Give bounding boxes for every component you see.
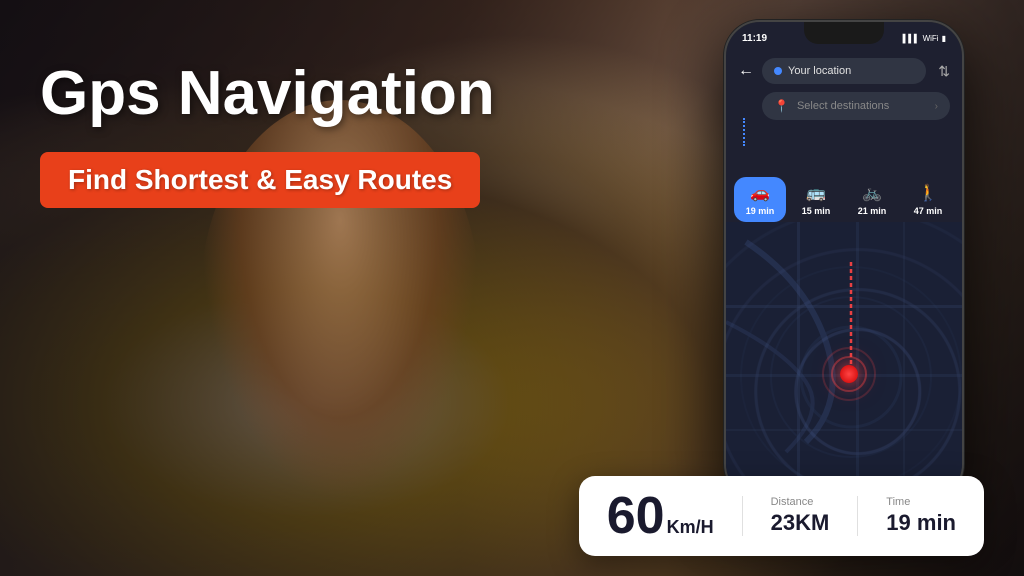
bike-time: 21 min <box>858 206 887 216</box>
map-location-dot <box>840 365 858 383</box>
phone-screen: 11:19 ▌▌▌ WiFi ▮ ← Your location ⇅ <box>726 22 962 498</box>
car-icon: 🚗 <box>750 183 770 203</box>
bus-time: 15 min <box>802 206 831 216</box>
signal-icon: ▌▌▌ <box>903 34 920 43</box>
destination-input-field[interactable]: 📍 Select destinations › <box>762 92 950 120</box>
phone-frame: 11:19 ▌▌▌ WiFi ▮ ← Your location ⇅ <box>724 20 964 500</box>
back-arrow-icon[interactable]: ← <box>738 62 754 80</box>
destination-pin-icon: 📍 <box>774 99 789 113</box>
location-input-field[interactable]: Your location <box>762 58 926 84</box>
nav-header: ← Your location ⇅ 📍 Select destinations <box>726 50 962 128</box>
speed-unit: Km/H <box>667 517 714 538</box>
destination-chevron-icon: › <box>935 101 938 112</box>
stats-divider-2 <box>857 496 858 536</box>
battery-icon: ▮ <box>942 34 946 43</box>
distance-value: 23KM <box>771 510 830 536</box>
destination-text: Select destinations <box>797 100 889 112</box>
stats-bar: 60 Km/H Distance 23KM Time 19 min <box>579 476 984 556</box>
transport-tab-bus[interactable]: 🚌 15 min <box>790 177 842 222</box>
wifi-icon: WiFi <box>923 34 939 43</box>
transport-tab-car[interactable]: 🚗 19 min <box>734 177 786 222</box>
time-label: Time <box>886 496 910 508</box>
phone-mockup: 11:19 ▌▌▌ WiFi ▮ ← Your location ⇅ <box>724 20 964 500</box>
stats-divider-1 <box>742 496 743 536</box>
speed-number: 60 <box>607 490 665 542</box>
route-dotted-line <box>743 118 745 146</box>
walk-time: 47 min <box>914 206 943 216</box>
location-dot-icon <box>774 67 782 75</box>
swap-icon[interactable]: ⇅ <box>938 63 950 80</box>
status-icons: ▌▌▌ WiFi ▮ <box>903 34 946 43</box>
transport-tab-bike[interactable]: 🚲 21 min <box>846 177 898 222</box>
distance-stat: Distance 23KM <box>771 496 830 536</box>
speed-display: 60 Km/H <box>607 490 714 542</box>
map-area <box>726 222 962 498</box>
nav-back-row: ← Your location ⇅ <box>738 58 950 84</box>
walk-icon: 🚶 <box>918 183 938 203</box>
location-text: Your location <box>788 65 851 77</box>
transport-tabs: 🚗 19 min 🚌 15 min 🚲 21 min 🚶 47 min <box>726 177 962 222</box>
bike-icon: 🚲 <box>862 183 882 203</box>
main-title: Gps Navigation <box>40 60 495 128</box>
distance-label: Distance <box>771 496 814 508</box>
transport-tab-walk[interactable]: 🚶 47 min <box>902 177 954 222</box>
bus-icon: 🚌 <box>806 183 826 203</box>
time-value: 19 min <box>886 510 956 536</box>
car-time: 19 min <box>746 206 775 216</box>
subtitle-badge: Find Shortest & Easy Routes <box>40 152 480 208</box>
left-content-area: Gps Navigation Find Shortest & Easy Rout… <box>40 60 495 208</box>
destination-row: 📍 Select destinations › <box>738 92 950 120</box>
status-time: 11:19 <box>742 33 767 44</box>
time-stat: Time 19 min <box>886 496 956 536</box>
phone-notch <box>804 22 884 44</box>
